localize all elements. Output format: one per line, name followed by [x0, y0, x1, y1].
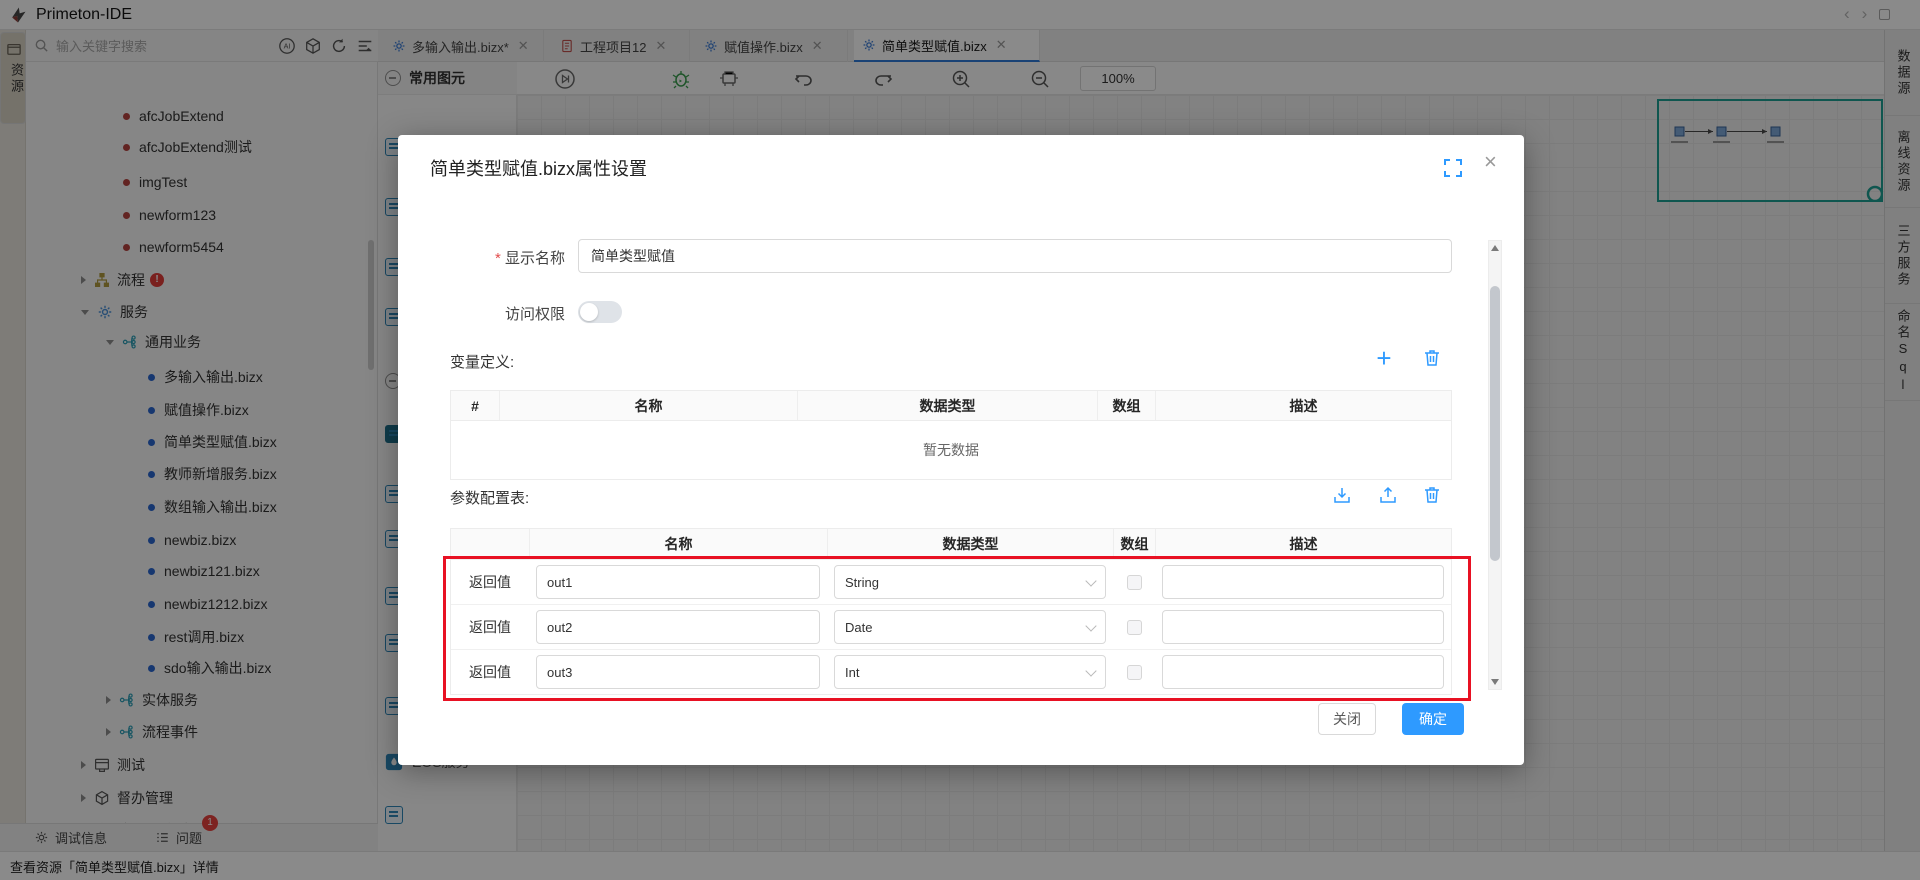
variables-table-header: # 名称 数据类型 数组 描述 [451, 391, 1451, 421]
param-name-input[interactable] [536, 610, 820, 644]
chevron-down-icon [1085, 575, 1096, 586]
access-permission-toggle[interactable] [578, 301, 622, 323]
param-name-input[interactable] [536, 655, 820, 689]
display-name-label: 显示名称 [458, 247, 565, 268]
property-settings-dialog: 简单类型赋值.bizx属性设置 × 显示名称 访问权限 变量定义: + # 名称… [398, 135, 1524, 765]
close-icon[interactable]: × [1484, 151, 1497, 173]
is-array-checkbox[interactable] [1127, 665, 1142, 680]
display-name-input[interactable] [578, 239, 1452, 273]
param-description-input[interactable] [1162, 655, 1444, 689]
fullscreen-icon[interactable] [1444, 159, 1462, 177]
delete-param-icon[interactable] [1422, 485, 1442, 505]
params-table-header: 名称 数据类型 数组 描述 [451, 529, 1451, 559]
empty-placeholder: 暂无数据 [451, 421, 1451, 479]
param-type-select[interactable]: Date [834, 610, 1106, 644]
param-kind: 返回值 [451, 605, 529, 649]
chevron-down-icon [1085, 665, 1096, 676]
is-array-checkbox[interactable] [1127, 575, 1142, 590]
param-description-input[interactable] [1162, 610, 1444, 644]
param-type-select[interactable]: String [834, 565, 1106, 599]
access-permission-label: 访问权限 [458, 303, 565, 324]
close-button[interactable]: 关闭 [1318, 703, 1376, 735]
variables-section-label: 变量定义: [450, 351, 514, 372]
param-row: 返回值 Date [451, 604, 1451, 649]
dialog-title: 简单类型赋值.bizx属性设置 [430, 155, 647, 181]
params-section-label: 参数配置表: [450, 487, 529, 508]
chevron-down-icon [1085, 620, 1096, 631]
is-array-checkbox[interactable] [1127, 620, 1142, 635]
param-kind: 返回值 [451, 650, 529, 694]
export-params-icon[interactable] [1378, 485, 1398, 505]
params-table: 名称 数据类型 数组 描述 返回值 String 返回值 Date 返回值 [450, 528, 1452, 695]
param-row: 返回值 String [451, 559, 1451, 604]
param-description-input[interactable] [1162, 565, 1444, 599]
scrollbar-thumb[interactable] [1490, 286, 1500, 561]
primeton-ide-window: Primeton-IDE ‹ › 资源 AI [0, 0, 1920, 880]
variables-table: # 名称 数据类型 数组 描述 暂无数据 [450, 390, 1452, 480]
param-kind: 返回值 [451, 560, 529, 604]
import-params-icon[interactable] [1332, 485, 1352, 505]
dialog-scrollbar[interactable] [1488, 240, 1502, 690]
scroll-up-icon[interactable] [1489, 241, 1501, 255]
confirm-button[interactable]: 确定 [1402, 703, 1464, 735]
add-variable-icon[interactable]: + [1374, 349, 1394, 369]
param-row: 返回值 Int [451, 649, 1451, 694]
scroll-down-icon[interactable] [1489, 675, 1501, 689]
delete-variable-icon[interactable] [1422, 348, 1442, 368]
param-type-select[interactable]: Int [834, 655, 1106, 689]
param-name-input[interactable] [536, 565, 820, 599]
